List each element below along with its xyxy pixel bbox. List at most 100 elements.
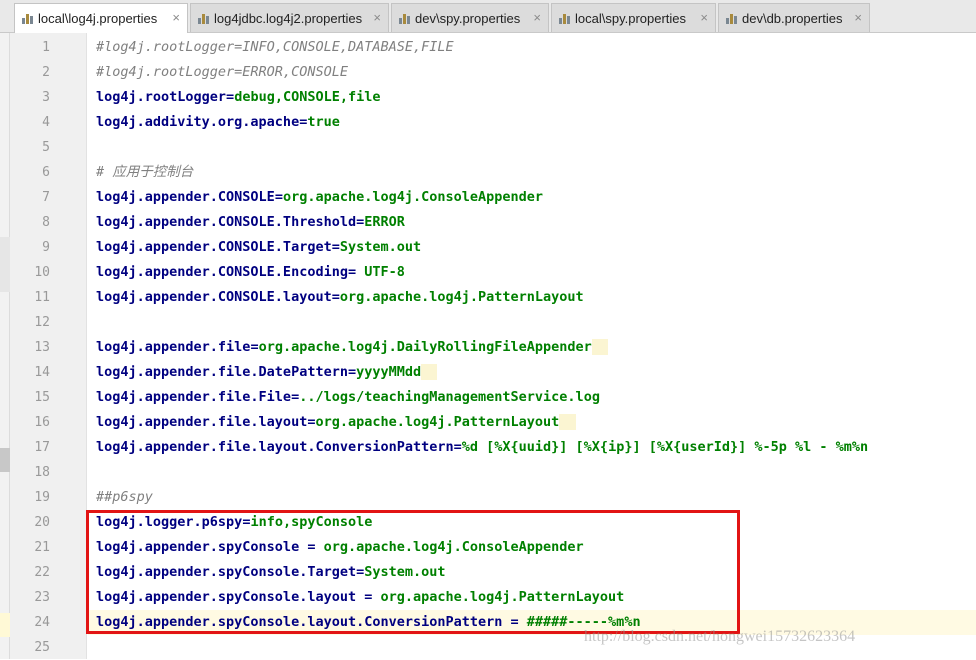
code-line: 1 #log4j.rootLogger=INFO,CONSOLE,DATABASE… <box>42 35 976 60</box>
property-separator: = <box>347 364 357 380</box>
property-key: log4j.appender.CONSOLE.Encoding <box>96 264 348 280</box>
line-number: 6 <box>42 165 50 180</box>
property-key: log4j.appender.file.layout.ConversionPat… <box>96 439 454 455</box>
code-text: log4j.appender.CONSOLE.Target=System.out <box>96 235 421 260</box>
property-separator: = <box>226 89 235 105</box>
property-value: UTF-8 <box>364 264 405 280</box>
property-value: %d [%X{uuid}] [%X{ip}] [%X{userId}] %-5p… <box>461 439 869 455</box>
code-line: 6 # 应用于控制台 <box>42 160 976 185</box>
properties-file-icon <box>726 12 738 25</box>
property-value: org.apache.log4j.PatternLayout <box>315 414 560 430</box>
code-text: log4j.rootLogger=debug,CONSOLE,file <box>96 85 381 110</box>
close-icon[interactable]: × <box>854 10 862 25</box>
code-line: 11 log4j.appender.CONSOLE.layout=org.apac… <box>34 285 976 310</box>
property-key: log4j.appender.CONSOLE.Target <box>96 239 332 255</box>
line-number: 24 <box>34 615 50 630</box>
property-key: log4j.appender.CONSOLE.Threshold <box>96 214 357 230</box>
code-text: log4j.appender.spyConsole.layout.Convers… <box>96 610 641 635</box>
tab-label: dev\db.properties <box>742 10 843 26</box>
property-key: log4j.appender.CONSOLE <box>96 189 275 205</box>
property-key: log4j.logger.p6spy <box>96 514 243 530</box>
property-separator: = <box>347 264 365 280</box>
line-number: 10 <box>34 265 50 280</box>
line-number: 5 <box>42 140 50 155</box>
code-line: 23 log4j.appender.spyConsole.layout = org… <box>34 585 976 610</box>
line-number: 20 <box>34 515 50 530</box>
line-number: 8 <box>42 215 50 230</box>
tab-4[interactable]: local\spy.properties × <box>551 3 716 32</box>
code-line: 16 log4j.appender.file.layout=org.apache.… <box>34 410 976 435</box>
property-key: log4j.appender.CONSOLE.layout <box>96 289 332 305</box>
property-key: log4j.appender.spyConsole.layout <box>96 589 357 605</box>
close-icon[interactable]: × <box>533 10 541 25</box>
trailing-whitespace <box>559 414 576 430</box>
code-text: log4j.appender.file.layout.ConversionPat… <box>96 435 868 460</box>
code-line: 10 log4j.appender.CONSOLE.Encoding= UTF-8 <box>34 260 976 285</box>
properties-file-icon <box>198 12 210 25</box>
property-key: log4j.appender.file.layout <box>96 414 308 430</box>
code-text: log4j.appender.file.File=../logs/teachin… <box>96 385 600 410</box>
code-text: #log4j.rootLogger=ERROR,CONSOLE <box>96 60 348 85</box>
code-text: log4j.appender.CONSOLE.Encoding= UTF-8 <box>96 260 405 285</box>
strip-marker[interactable] <box>0 448 10 472</box>
close-icon[interactable]: × <box>172 10 180 25</box>
close-icon[interactable]: × <box>700 10 708 25</box>
property-key: log4j.appender.spyConsole.layout.Convers… <box>96 614 503 630</box>
property-value: org.apache.log4j.PatternLayout <box>339 289 584 305</box>
code-line: 22 log4j.appender.spyConsole.Target=Syste… <box>34 560 976 585</box>
code-line: 8 log4j.appender.CONSOLE.Threshold=ERROR <box>42 210 976 235</box>
line-number: 1 <box>42 40 50 55</box>
property-separator: = <box>356 214 365 230</box>
property-value: org.apache.log4j.PatternLayout <box>380 589 625 605</box>
code-text: log4j.appender.spyConsole.Target=System.… <box>96 560 446 585</box>
close-icon[interactable]: × <box>373 10 381 25</box>
tab-3[interactable]: dev\spy.properties × <box>391 3 549 32</box>
properties-file-icon <box>399 12 411 25</box>
property-separator: = <box>250 339 259 355</box>
properties-file-icon <box>22 12 34 25</box>
line-number: 23 <box>34 590 50 605</box>
trailing-whitespace <box>421 364 438 380</box>
editor-tab-bar: local\log4j.properties × log4jdbc.log4j2.p… <box>0 0 976 33</box>
code-text: # 应用于控制台 <box>96 160 193 185</box>
code-line: 14 log4j.appender.file.DatePattern=yyyyMM… <box>34 360 976 385</box>
tab-5[interactable]: dev\db.properties × <box>718 3 870 32</box>
code-text: log4j.appender.file.DatePattern=yyyyMMdd <box>96 360 438 385</box>
properties-file-icon <box>559 12 571 25</box>
tab-1[interactable]: local\log4j.properties × <box>14 3 188 33</box>
line-number: 25 <box>34 640 50 655</box>
code-text: log4j.appender.file.layout=org.apache.lo… <box>96 410 576 435</box>
line-number: 19 <box>34 490 50 505</box>
property-value: ../logs/teachingManagementService.log <box>299 389 600 405</box>
property-separator: = <box>356 564 365 580</box>
comment-text: #log4j.rootLogger=ERROR,CONSOLE <box>96 64 348 80</box>
property-key: log4j.addivity.org.apache <box>96 114 300 130</box>
code-text: #log4j.rootLogger=INFO,CONSOLE,DATABASE,… <box>96 35 454 60</box>
property-value: true <box>307 114 340 130</box>
line-number: 14 <box>34 365 50 380</box>
property-separator: = <box>331 289 340 305</box>
code-line: 21 log4j.appender.spyConsole = org.apache… <box>34 535 976 560</box>
tab-2[interactable]: log4jdbc.log4j2.properties × <box>190 3 389 32</box>
property-key: log4j.appender.spyConsole.Target <box>96 564 357 580</box>
code-line: 12 <box>34 310 976 335</box>
code-text: log4j.appender.CONSOLE.Threshold=ERROR <box>96 210 405 235</box>
line-number: 22 <box>34 565 50 580</box>
property-key: log4j.rootLogger <box>96 89 227 105</box>
property-separator: = <box>299 539 324 555</box>
code-editor[interactable]: 1 #log4j.rootLogger=INFO,CONSOLE,DATABASE… <box>34 33 976 659</box>
property-value: System.out <box>339 239 422 255</box>
comment-text: # 应用于控制台 <box>96 164 194 180</box>
line-number: 11 <box>34 290 50 305</box>
property-value: org.apache.log4j.ConsoleAppender <box>282 189 544 205</box>
line-number: 7 <box>42 190 50 205</box>
tab-label: dev\spy.properties <box>415 10 521 26</box>
strip-marker <box>0 613 10 637</box>
line-number: 3 <box>42 90 50 105</box>
tab-label: log4jdbc.log4j2.properties <box>214 10 363 26</box>
code-text: log4j.appender.spyConsole.layout = org.a… <box>96 585 624 610</box>
line-number: 13 <box>34 340 50 355</box>
property-separator: = <box>274 189 283 205</box>
code-line: 9 log4j.appender.CONSOLE.Target=System.ou… <box>42 235 976 260</box>
line-number: 16 <box>34 415 50 430</box>
